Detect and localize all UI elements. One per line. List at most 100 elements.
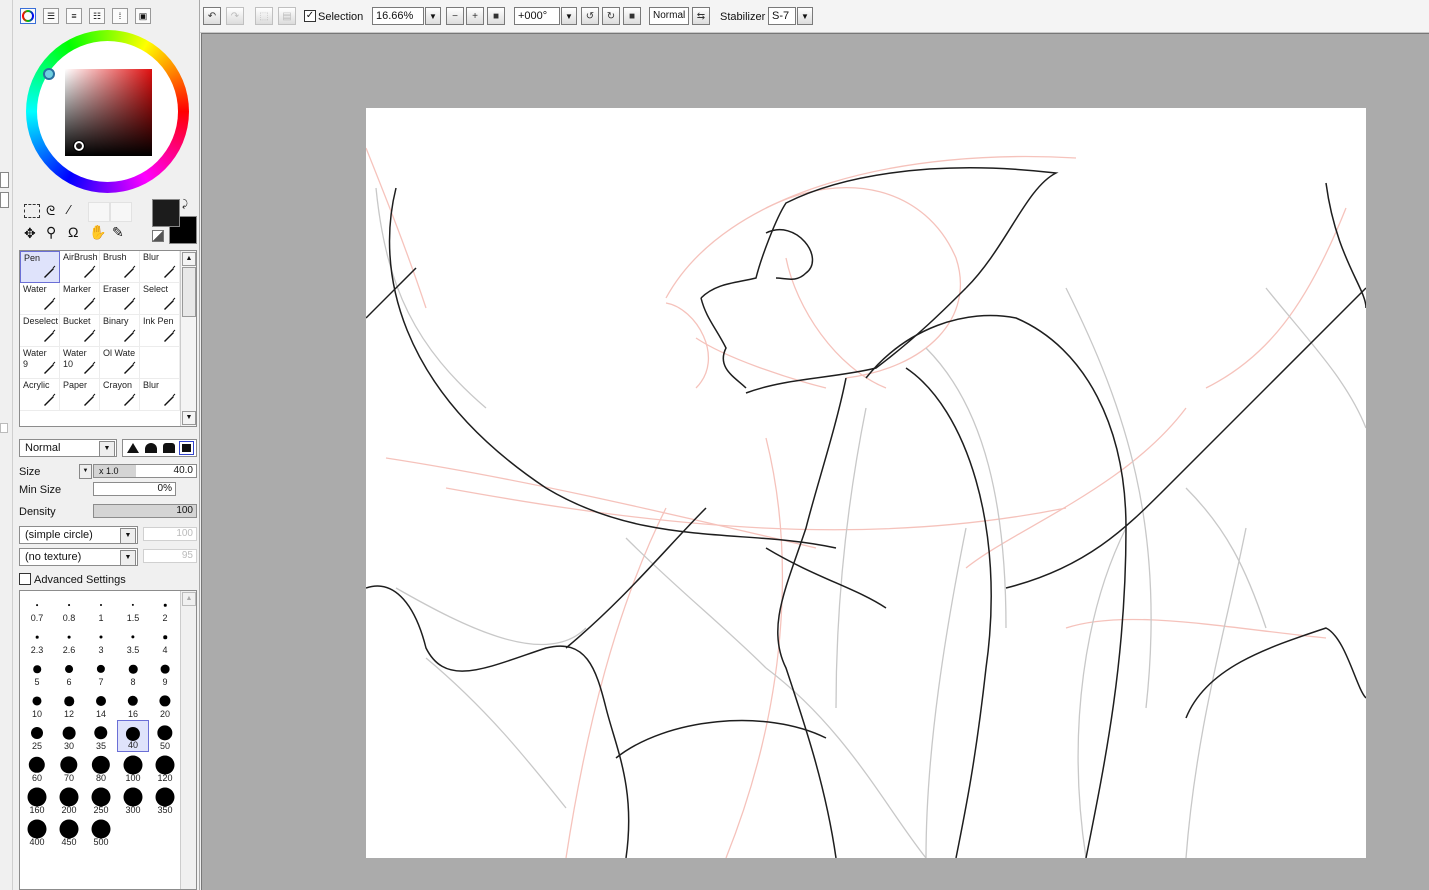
brush-size-250[interactable]: 250 (85, 784, 117, 816)
tool-ink-pen[interactable]: Ink Pen (140, 315, 180, 347)
brush-size-50[interactable]: 50 (149, 720, 181, 752)
tool-bucket[interactable]: Bucket (60, 315, 100, 347)
brush-size-70[interactable]: 70 (53, 752, 85, 784)
brush-size-500[interactable]: 500 (85, 816, 117, 848)
brush-size-9[interactable]: 9 (149, 656, 181, 688)
brush-size-20[interactable]: 20 (149, 688, 181, 720)
zoom-icon[interactable]: ⚲ (46, 224, 56, 241)
brush-size-4[interactable]: 4 (149, 624, 181, 656)
color-picker-ring[interactable] (73, 140, 85, 152)
brush-size-40[interactable]: 40 (117, 720, 149, 752)
magic-wand-icon[interactable]: ⁄ (68, 202, 70, 217)
redo-icon[interactable]: ↷ (226, 7, 244, 25)
tool-water[interactable]: Water (20, 283, 60, 315)
advanced-settings-label[interactable]: Advanced Settings (34, 574, 126, 586)
zoom-dropdown-icon[interactable]: ▼ (425, 7, 441, 25)
tool-paper[interactable]: Paper (60, 379, 100, 411)
zoom-in-icon[interactable]: + (466, 7, 484, 25)
swatches-tab-icon[interactable]: ☷ (89, 8, 105, 24)
brush-shape-select[interactable]: (simple circle) ▼ (19, 526, 138, 544)
grid-tab-icon[interactable]: ⁞ (112, 8, 128, 24)
edge-medium-icon[interactable] (145, 443, 157, 453)
brush-size-2-3[interactable]: 2.3 (21, 624, 53, 656)
tool-deselect[interactable]: Deselect (20, 315, 60, 347)
hand-icon[interactable]: ✋ (89, 224, 106, 241)
brush-size-0-8[interactable]: 0.8 (53, 592, 85, 624)
tool-brush[interactable]: Brush (100, 251, 140, 283)
tool-water-10[interactable]: Water 10 (60, 347, 100, 379)
tool-water-9[interactable]: Water 9 (20, 347, 60, 379)
tool-select[interactable]: Select (140, 283, 180, 315)
stabilizer-dropdown-icon[interactable]: ▼ (797, 7, 813, 25)
brush-size-350[interactable]: 350 (149, 784, 181, 816)
tool-acrylic[interactable]: Acrylic (20, 379, 60, 411)
stabilizer-field[interactable]: S-7 (768, 7, 796, 25)
tool-ol-wate[interactable]: Ol Wate (100, 347, 140, 379)
color-wheel[interactable] (26, 30, 189, 193)
deselect-icon[interactable]: ⬚ (255, 7, 273, 25)
scroll-up-arrow[interactable]: ▲ (182, 592, 196, 606)
brush-size-120[interactable]: 120 (149, 752, 181, 784)
brush-size-3[interactable]: 3 (85, 624, 117, 656)
zoom-field[interactable]: 16.66% (372, 7, 424, 25)
brush-size-25[interactable]: 25 (21, 720, 53, 752)
density-slider[interactable]: 100 (93, 504, 197, 518)
edge-soft-icon[interactable] (127, 443, 139, 453)
drawing-canvas[interactable] (365, 108, 1367, 859)
brush-size-7[interactable]: 7 (85, 656, 117, 688)
brush-size-1[interactable]: 1 (85, 592, 117, 624)
zoom-reset-icon[interactable]: ■ (487, 7, 505, 25)
tool-blur[interactable]: Blur (140, 379, 180, 411)
brush-size-1-5[interactable]: 1.5 (117, 592, 149, 624)
rotation-dropdown-icon[interactable]: ▼ (561, 7, 577, 25)
min-size-slider[interactable]: 0% (93, 482, 176, 496)
tool-crayon[interactable]: Crayon (100, 379, 140, 411)
brush-size-450[interactable]: 450 (53, 816, 85, 848)
primary-color-swatch[interactable] (152, 199, 180, 227)
brush-size-60[interactable]: 60 (21, 752, 53, 784)
brush-size-16[interactable]: 16 (117, 688, 149, 720)
size-range-dropdown[interactable]: ▼ (79, 464, 92, 479)
rotate-reset-icon[interactable]: ■ (623, 7, 641, 25)
swap-colors-icon[interactable]: ⤸ (182, 199, 188, 210)
brush-size-2[interactable]: 2 (149, 592, 181, 624)
rotate-ccw-icon[interactable]: ↺ (581, 7, 599, 25)
tool-marker[interactable]: Marker (60, 283, 100, 315)
selection-checkbox[interactable]: ✓ (304, 10, 316, 22)
rotation-field[interactable]: +000° (514, 7, 560, 25)
scroll-thumb[interactable] (182, 267, 196, 317)
rotate-icon[interactable]: Ω (68, 224, 78, 240)
brush-size-8[interactable]: 8 (117, 656, 149, 688)
color-wheel-tab-icon[interactable] (20, 8, 36, 24)
undo-icon[interactable]: ↶ (203, 7, 221, 25)
invert-selection-icon[interactable]: ▤ (278, 7, 296, 25)
brush-mode-select[interactable]: Normal ▼ (19, 439, 117, 457)
tool-blur[interactable]: Blur (140, 251, 180, 283)
tool-pen[interactable]: Pen (20, 251, 60, 283)
brush-size-300[interactable]: 300 (117, 784, 149, 816)
edge-hard-icon[interactable] (163, 443, 175, 453)
eyedropper-icon[interactable]: ✎ (112, 224, 124, 241)
tool-eraser[interactable]: Eraser (100, 283, 140, 315)
brush-size-160[interactable]: 160 (21, 784, 53, 816)
tool-airbrush[interactable]: AirBrush (60, 251, 100, 283)
brush-size-5[interactable]: 5 (21, 656, 53, 688)
move-icon[interactable]: ✥ (24, 225, 36, 242)
brush-size-14[interactable]: 14 (85, 688, 117, 720)
zoom-out-icon[interactable]: − (446, 7, 464, 25)
rotate-cw-icon[interactable]: ↻ (602, 7, 620, 25)
brush-edge-shapes[interactable] (122, 439, 197, 457)
tool-binary[interactable]: Binary (100, 315, 140, 347)
brush-size-3-5[interactable]: 3.5 (117, 624, 149, 656)
scroll-down-arrow[interactable]: ▼ (182, 411, 196, 425)
brush-size-400[interactable]: 400 (21, 816, 53, 848)
brush-size-35[interactable]: 35 (85, 720, 117, 752)
brush-size-6[interactable]: 6 (53, 656, 85, 688)
brush-size-12[interactable]: 12 (53, 688, 85, 720)
scroll-up-arrow[interactable]: ▲ (182, 252, 196, 266)
advanced-settings-checkbox[interactable] (19, 573, 31, 585)
brush-size-10[interactable]: 10 (21, 688, 53, 720)
selection-label[interactable]: Selection (318, 11, 363, 23)
lasso-select-icon[interactable]: ᘓ (46, 203, 55, 219)
hsv-sliders-tab-icon[interactable]: ≡ (66, 8, 82, 24)
